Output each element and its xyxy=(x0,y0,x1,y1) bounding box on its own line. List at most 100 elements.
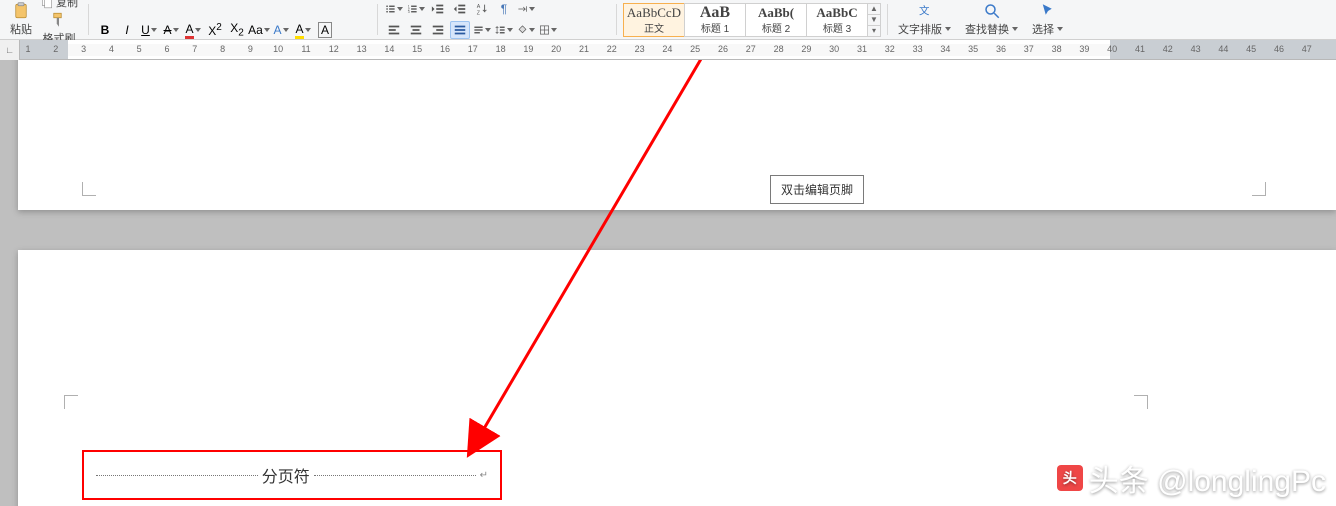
style-preview: AaBbCcD xyxy=(627,5,681,20)
paste-button[interactable]: 粘贴 xyxy=(6,2,36,37)
svg-text:文: 文 xyxy=(919,4,930,17)
ruler-tick: 9 xyxy=(248,44,253,54)
style-label: 标题 1 xyxy=(701,20,729,35)
show-marks-button[interactable]: ¶ xyxy=(494,0,514,18)
ruler-tick: 45 xyxy=(1246,44,1256,54)
italic-icon: I xyxy=(125,23,128,37)
margin-corner-icon xyxy=(1134,395,1148,409)
copy-label: 复制 xyxy=(56,0,78,10)
ruler-tick: 40 xyxy=(1107,44,1117,54)
highlight-icon: A xyxy=(295,22,303,39)
style-tile-heading3[interactable]: AaBbC 标题 3 xyxy=(806,3,868,37)
page-previous[interactable] xyxy=(18,60,1336,210)
footer-edit-hint[interactable]: 双击编辑页脚 xyxy=(770,175,864,204)
tabs-button[interactable] xyxy=(516,0,536,18)
styles-nav: ▲ ▼ ▾ xyxy=(867,3,881,37)
change-case-button[interactable]: Aa xyxy=(249,21,269,39)
font-group: B I U A A X2 X2 Aa A A A xyxy=(93,0,373,39)
underline-button[interactable]: U xyxy=(139,21,159,39)
page-break-marker[interactable]: 分页符 ↵ xyxy=(96,463,488,487)
ruler-tick: 23 xyxy=(635,44,645,54)
copy-button[interactable]: 复制 xyxy=(36,0,82,11)
decrease-indent-icon xyxy=(431,2,445,16)
align-justify-button[interactable] xyxy=(450,21,470,39)
clear-format-button[interactable]: A xyxy=(271,21,291,39)
ruler-tick: 19 xyxy=(523,44,533,54)
line-spacing-button[interactable] xyxy=(494,21,514,39)
bold-button[interactable]: B xyxy=(95,21,115,39)
distribute-icon xyxy=(473,23,484,37)
svg-text:3: 3 xyxy=(408,10,410,14)
align-center-button[interactable] xyxy=(406,21,426,39)
style-preview: AaBb( xyxy=(758,5,794,20)
text-layout-button[interactable]: 文 文字排版 xyxy=(894,2,955,37)
borders-button[interactable] xyxy=(538,21,558,39)
margin-corner-icon xyxy=(82,182,96,196)
subscript-button[interactable]: X2 xyxy=(227,21,247,39)
decrease-indent-button[interactable] xyxy=(428,0,448,18)
select-button[interactable]: 选择 xyxy=(1028,2,1067,37)
pilcrow-icon: ↵ xyxy=(480,470,488,481)
ruler-tick: 28 xyxy=(774,44,784,54)
page-current[interactable]: 分页符 ↵ xyxy=(18,250,1336,506)
separator xyxy=(377,4,378,35)
font-color-button[interactable]: A xyxy=(183,21,203,39)
style-tile-normal[interactable]: AaBbCcD 正文 xyxy=(623,3,685,37)
ruler-tick: 16 xyxy=(440,44,450,54)
format-painter-icon xyxy=(50,11,68,29)
align-left-button[interactable] xyxy=(384,21,404,39)
paste-label: 粘贴 xyxy=(10,21,32,37)
ruler-tick: 17 xyxy=(468,44,478,54)
find-replace-button[interactable]: 查找替换 xyxy=(961,2,1022,37)
styles-up-button[interactable]: ▲ xyxy=(868,4,880,15)
numbering-button[interactable]: 123 xyxy=(406,0,426,18)
superscript-icon: X2 xyxy=(208,22,222,38)
ruler-tick: 29 xyxy=(801,44,811,54)
increase-indent-button[interactable] xyxy=(450,0,470,18)
sort-button[interactable]: AZ xyxy=(472,0,492,18)
horizontal-ruler[interactable]: ∟ 12345678910111213141516171819202122232… xyxy=(0,40,1336,60)
ruler-tick: 18 xyxy=(496,44,506,54)
ruler-tick: 43 xyxy=(1191,44,1201,54)
ruler-track[interactable]: 1234567891011121314151617181920212223242… xyxy=(20,40,1336,59)
ruler-tick: 3 xyxy=(81,44,86,54)
align-right-icon xyxy=(431,23,445,37)
ruler-tick: 31 xyxy=(857,44,867,54)
clear-format-icon: A xyxy=(273,23,281,37)
ruler-tick: 26 xyxy=(718,44,728,54)
ruler-tick: 8 xyxy=(220,44,225,54)
document-workspace[interactable]: 双击编辑页脚 分页符 ↵ 头 头条 @longlingPc xyxy=(0,60,1336,506)
style-label: 标题 3 xyxy=(823,20,851,35)
ruler-tick: 11 xyxy=(301,44,310,54)
highlight-button[interactable]: A xyxy=(293,21,313,39)
ruler-tick: 15 xyxy=(412,44,422,54)
strike-button[interactable]: A xyxy=(161,21,181,39)
styles-more-button[interactable]: ▾ xyxy=(868,26,880,36)
ruler-tick: 27 xyxy=(746,44,756,54)
ruler-corner[interactable]: ∟ xyxy=(0,40,20,60)
style-tile-heading2[interactable]: AaBb( 标题 2 xyxy=(745,3,807,37)
ruler-tick: 33 xyxy=(913,44,923,54)
italic-button[interactable]: I xyxy=(117,21,137,39)
bullets-button[interactable] xyxy=(384,0,404,18)
styles-gallery: AaBbCcD 正文 AaB 标题 1 AaBb( 标题 2 AaBbC 标题 … xyxy=(623,3,881,37)
align-right-button[interactable] xyxy=(428,21,448,39)
ruler-tick: 6 xyxy=(164,44,169,54)
align-left-icon xyxy=(387,23,401,37)
char-border-icon: A xyxy=(318,22,332,38)
subscript-icon: X2 xyxy=(230,21,244,38)
numbering-icon: 123 xyxy=(407,2,418,16)
ruler-tick: 24 xyxy=(662,44,672,54)
separator xyxy=(616,4,617,35)
styles-down-button[interactable]: ▼ xyxy=(868,15,880,26)
align-center-icon xyxy=(409,23,423,37)
superscript-button[interactable]: X2 xyxy=(205,21,225,39)
change-case-icon: Aa xyxy=(248,23,263,37)
distribute-button[interactable] xyxy=(472,21,492,39)
style-tile-heading1[interactable]: AaB 标题 1 xyxy=(684,3,746,37)
ruler-tick: 1 xyxy=(25,44,30,54)
bullets-icon xyxy=(385,2,396,16)
char-border-button[interactable]: A xyxy=(315,21,335,39)
ruler-tick: 21 xyxy=(579,44,589,54)
shading-button[interactable] xyxy=(516,21,536,39)
